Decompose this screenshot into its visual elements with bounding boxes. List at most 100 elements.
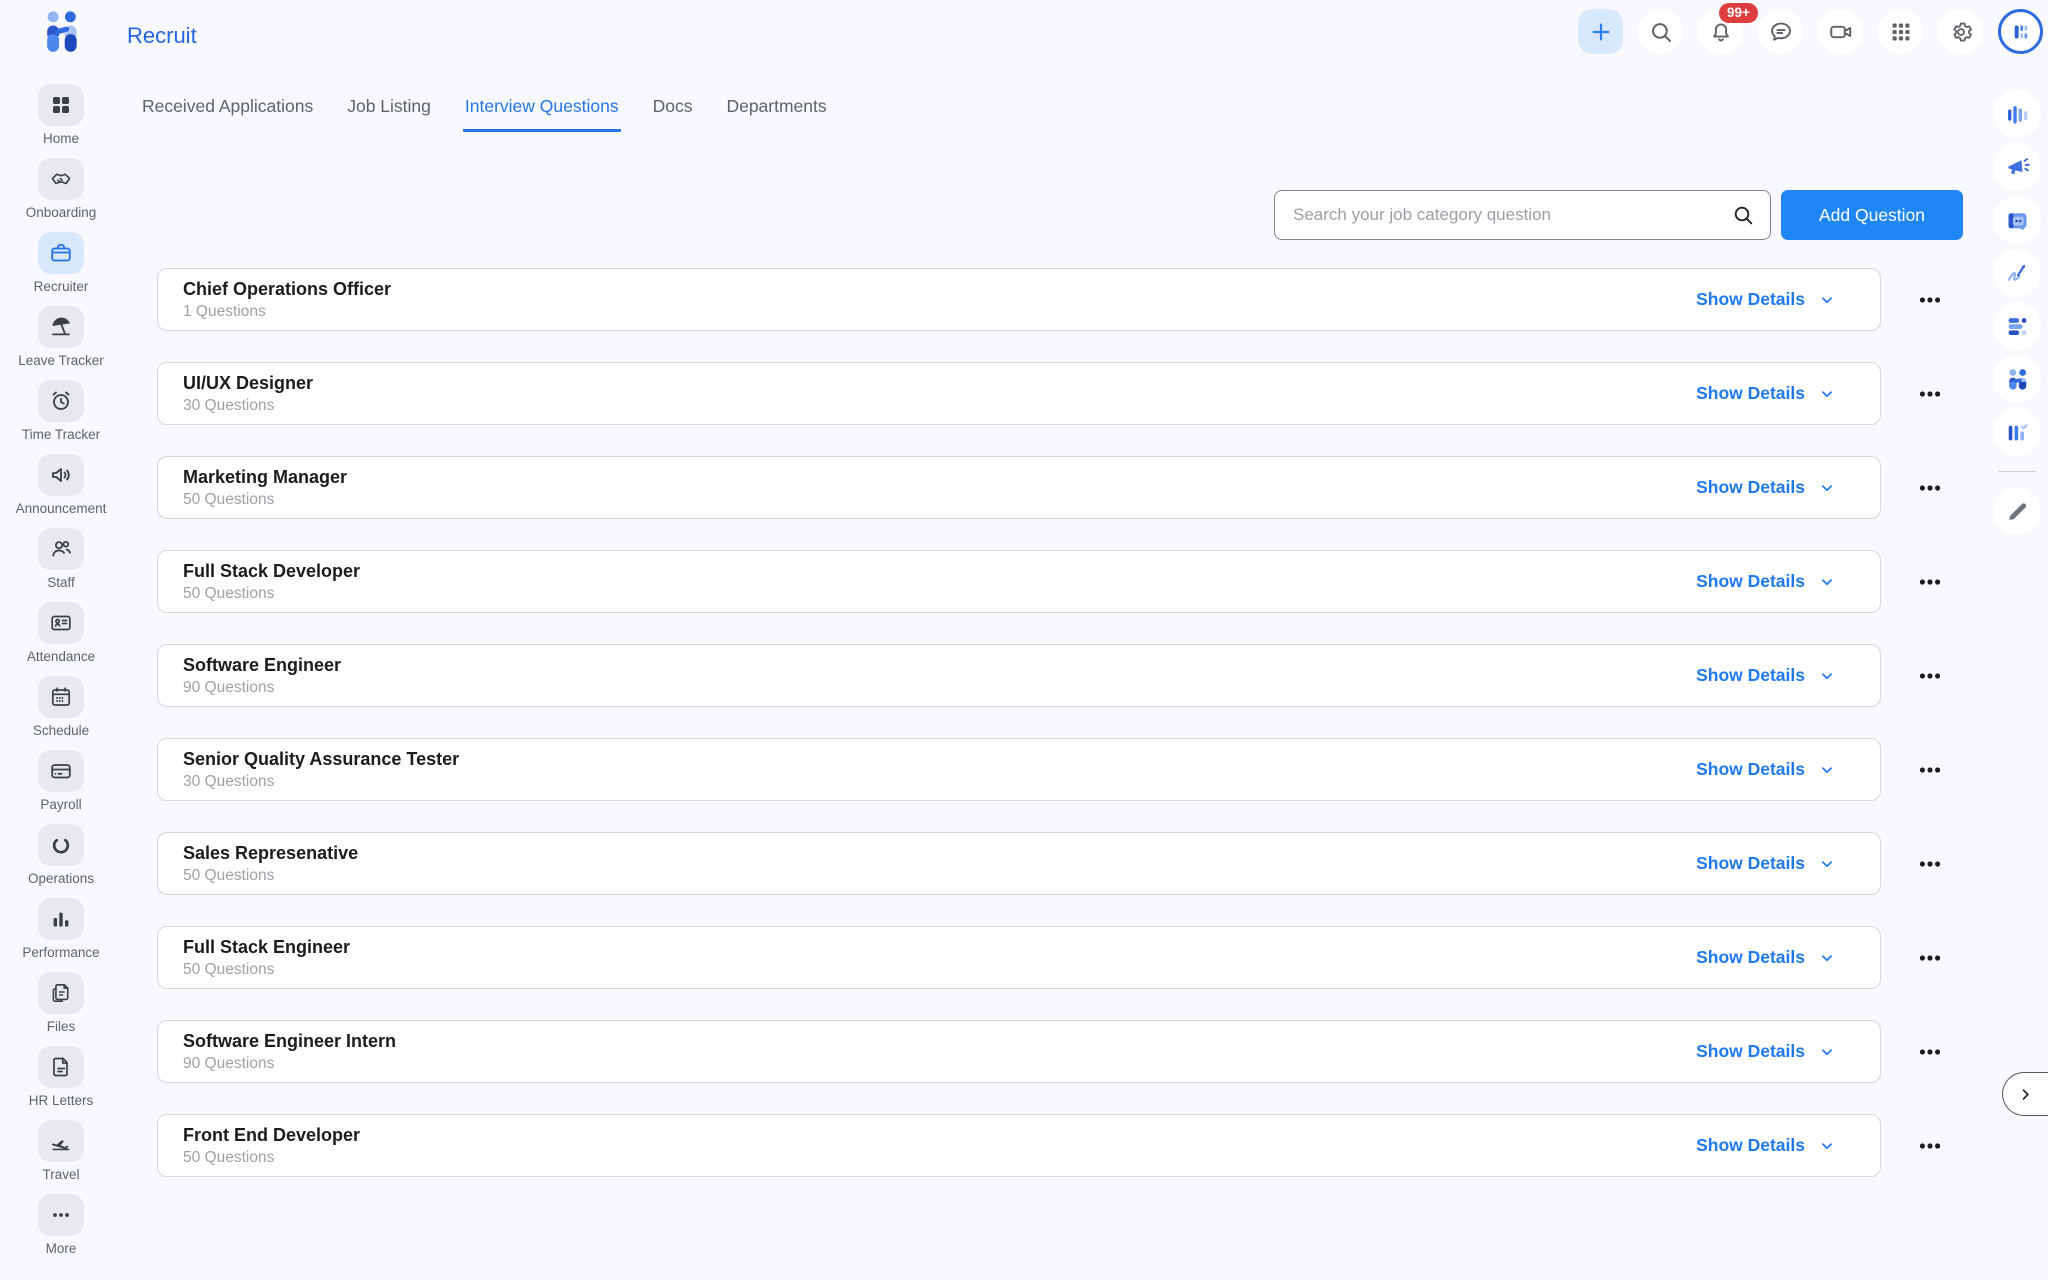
account-button[interactable] <box>1998 9 2043 54</box>
chevron-down-icon <box>1818 573 1836 591</box>
notifications-button[interactable]: 99+ <box>1698 9 1743 54</box>
rail-poll-button[interactable] <box>1993 408 2041 456</box>
beach-umbrella-icon <box>38 306 84 348</box>
sidebar-item-performance[interactable]: Performance <box>0 898 122 961</box>
show-details-button[interactable]: Show Details <box>1696 853 1836 874</box>
chevron-down-icon <box>1818 667 1836 685</box>
show-details-button[interactable]: Show Details <box>1696 947 1836 968</box>
sidebar-item-label: Operations <box>28 871 94 887</box>
card-menu-button[interactable] <box>1908 1030 1952 1074</box>
sidebar-item-attendance[interactable]: Attendance <box>0 602 122 665</box>
show-details-button[interactable]: Show Details <box>1696 571 1836 592</box>
show-details-label: Show Details <box>1696 477 1805 498</box>
add-question-button[interactable]: Add Question <box>1781 190 1963 240</box>
document-icon <box>38 1046 84 1088</box>
show-details-button[interactable]: Show Details <box>1696 759 1836 780</box>
tab-docs[interactable]: Docs <box>651 88 695 132</box>
show-details-button[interactable]: Show Details <box>1696 1135 1836 1156</box>
show-details-label: Show Details <box>1696 665 1805 686</box>
sidebar-item-label: Home <box>43 131 79 147</box>
card-title: Sales Represenative <box>183 843 358 864</box>
rail-analytics-button[interactable] <box>1993 90 2041 138</box>
rail-recruit-button[interactable] <box>1993 355 2041 403</box>
card-question-count: 50 Questions <box>183 1149 360 1167</box>
card-menu-button[interactable] <box>1908 372 1952 416</box>
card-title: Front End Developer <box>183 1125 360 1146</box>
tab-job-listing[interactable]: Job Listing <box>345 88 433 132</box>
rail-edit-button[interactable] <box>1993 487 2041 535</box>
question-category-list: Chief Operations Officer 1 Questions Sho… <box>157 268 1881 1177</box>
sidebar-item-operations[interactable]: Operations <box>0 824 122 887</box>
question-category-card: UI/UX Designer 30 Questions Show Details <box>157 362 1881 425</box>
sidebar-item-more[interactable]: More <box>0 1194 122 1257</box>
pencil-icon <box>2004 498 2031 525</box>
search-input[interactable] <box>1274 190 1771 240</box>
search-icon <box>1648 19 1674 45</box>
sidebar-item-recruiter[interactable]: Recruiter <box>0 232 122 295</box>
card-text: Senior Quality Assurance Tester 30 Quest… <box>183 749 459 791</box>
rail-signature-button[interactable] <box>1993 249 2041 297</box>
sidebar-item-travel[interactable]: Travel <box>0 1120 122 1183</box>
sidebar-item-leave-tracker[interactable]: Leave Tracker <box>0 306 122 369</box>
poll-check-icon <box>2004 419 2031 446</box>
question-category-card: Senior Quality Assurance Tester 30 Quest… <box>157 738 1881 801</box>
gear-icon <box>1948 19 1974 45</box>
question-category-card: Chief Operations Officer 1 Questions Sho… <box>157 268 1881 331</box>
rail-assistant-button[interactable] <box>1993 196 2041 244</box>
card-menu-button[interactable] <box>1908 936 1952 980</box>
sidebar-item-home[interactable]: Home <box>0 84 122 147</box>
sidebar-item-hr-letters[interactable]: HR Letters <box>0 1046 122 1109</box>
settings-button[interactable] <box>1938 9 1983 54</box>
card-question-count: 50 Questions <box>183 867 358 885</box>
show-details-button[interactable]: Show Details <box>1696 477 1836 498</box>
collapse-panel-button[interactable] <box>2002 1072 2048 1116</box>
sidebar-item-staff[interactable]: Staff <box>0 528 122 591</box>
show-details-button[interactable]: Show Details <box>1696 665 1836 686</box>
card-title: Full Stack Engineer <box>183 937 350 958</box>
question-category-card: Software Engineer 90 Questions Show Deta… <box>157 644 1881 707</box>
megaphone-icon <box>2004 154 2031 181</box>
sidebar-item-announcement[interactable]: Announcement <box>0 454 122 517</box>
card-menu-button[interactable] <box>1908 1124 1952 1168</box>
card-menu-button[interactable] <box>1908 560 1952 604</box>
video-call-button[interactable] <box>1818 9 1863 54</box>
recruit-logo <box>42 9 82 55</box>
show-details-button[interactable]: Show Details <box>1696 1041 1836 1062</box>
card-text: Sales Represenative 50 Questions <box>183 843 358 885</box>
card-title: Software Engineer <box>183 655 341 676</box>
sidebar-item-files[interactable]: Files <box>0 972 122 1035</box>
sidebar-item-onboarding[interactable]: Onboarding <box>0 158 122 221</box>
card-menu-button[interactable] <box>1908 278 1952 322</box>
card-menu-button[interactable] <box>1908 654 1952 698</box>
card-title: UI/UX Designer <box>183 373 313 394</box>
tab-interview-questions[interactable]: Interview Questions <box>463 88 621 132</box>
video-camera-icon <box>1828 19 1854 45</box>
files-icon <box>38 972 84 1014</box>
rail-campaign-button[interactable] <box>1993 143 2041 191</box>
search-button[interactable] <box>1638 9 1683 54</box>
tab-departments[interactable]: Departments <box>724 88 828 132</box>
show-details-label: Show Details <box>1696 947 1805 968</box>
notification-badge: 99+ <box>1719 3 1758 23</box>
card-question-count: 90 Questions <box>183 679 341 697</box>
show-details-button[interactable]: Show Details <box>1696 289 1836 310</box>
chat-button[interactable] <box>1758 9 1803 54</box>
sidebar-item-schedule[interactable]: Schedule <box>0 676 122 739</box>
show-details-label: Show Details <box>1696 571 1805 592</box>
sidebar-item-label: More <box>46 1241 77 1257</box>
add-button[interactable] <box>1578 9 1623 54</box>
rail-tasks-button[interactable] <box>1993 302 2041 350</box>
sidebar-item-payroll[interactable]: Payroll <box>0 750 122 813</box>
chevron-down-icon <box>1818 855 1836 873</box>
sidebar-item-time-tracker[interactable]: Time Tracker <box>0 380 122 443</box>
card-menu-button[interactable] <box>1908 748 1952 792</box>
tab-received-applications[interactable]: Received Applications <box>140 88 315 132</box>
show-details-button[interactable]: Show Details <box>1696 383 1836 404</box>
module-tabs: Received Applications Job Listing Interv… <box>140 88 829 132</box>
apps-button[interactable] <box>1878 9 1923 54</box>
card-menu-button[interactable] <box>1908 466 1952 510</box>
chevron-down-icon <box>1818 949 1836 967</box>
card-menu-button[interactable] <box>1908 842 1952 886</box>
search-icon[interactable] <box>1731 203 1755 227</box>
chevron-down-icon <box>1818 385 1836 403</box>
